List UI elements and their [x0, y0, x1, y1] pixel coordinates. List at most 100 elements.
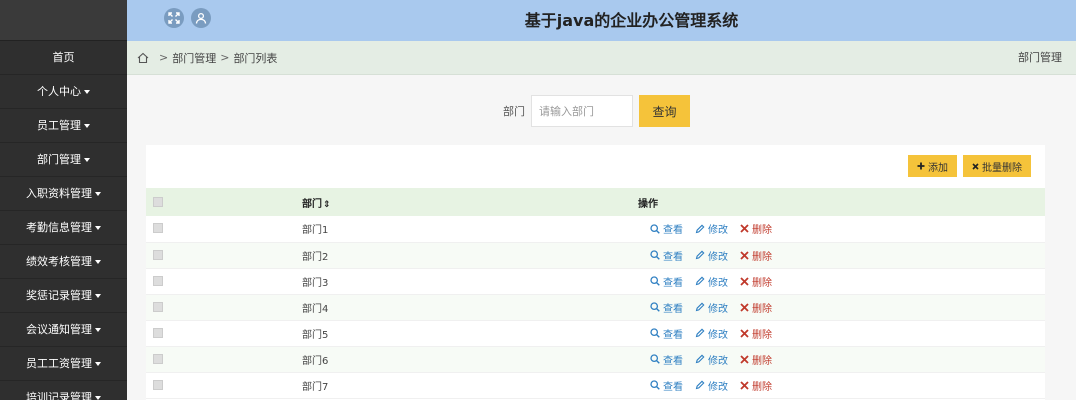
close-icon: [972, 162, 979, 170]
caret-down-icon: [84, 124, 90, 128]
delete-button[interactable]: 删除: [740, 378, 772, 393]
search-button[interactable]: 查询: [639, 95, 690, 127]
row-checkbox[interactable]: [153, 353, 163, 364]
delete-x-icon: [740, 328, 749, 338]
sidebar-item-label: 员工管理: [37, 119, 81, 132]
delete-button[interactable]: 删除: [740, 352, 772, 367]
sidebar-item-6[interactable]: 绩效考核管理: [0, 245, 127, 279]
edit-button[interactable]: 修改: [695, 274, 728, 289]
edit-button[interactable]: 修改: [695, 378, 728, 393]
caret-down-icon: [95, 328, 101, 332]
add-button[interactable]: 添加: [908, 155, 957, 177]
sidebar-item-4[interactable]: 入职资料管理: [0, 177, 127, 211]
fullscreen-button[interactable]: [164, 8, 184, 28]
department-name-cell: 部门2: [182, 242, 512, 269]
sidebar-item-9[interactable]: 员工工资管理: [0, 347, 127, 381]
sidebar-item-2[interactable]: 员工管理: [0, 109, 127, 143]
top-header: 基于java的企业办公管理系统: [127, 0, 1076, 41]
department-search-input[interactable]: [531, 95, 633, 127]
sidebar-item-7[interactable]: 奖惩记录管理: [0, 279, 127, 313]
row-checkbox[interactable]: [153, 223, 163, 234]
edit-label: 修改: [708, 303, 728, 315]
delete-button[interactable]: 删除: [740, 274, 772, 289]
delete-button[interactable]: 删除: [740, 300, 772, 315]
department-name-cell: 部门6: [182, 346, 512, 373]
caret-down-icon: [95, 226, 101, 230]
row-checkbox[interactable]: [153, 327, 163, 338]
caret-down-icon: [84, 90, 90, 94]
edit-button[interactable]: 修改: [695, 352, 728, 367]
view-button[interactable]: 查看: [650, 221, 683, 236]
view-button[interactable]: 查看: [650, 274, 683, 289]
search-icon: [650, 276, 660, 286]
table-row: 部门1 查看 修改 删除: [146, 216, 1045, 243]
pencil-icon: [695, 354, 705, 364]
edit-label: 修改: [708, 355, 728, 367]
add-button-label: 添加: [928, 162, 948, 174]
department-name-cell: 部门4: [182, 294, 512, 321]
home-icon[interactable]: [137, 52, 149, 64]
edit-button[interactable]: 修改: [695, 300, 728, 315]
user-profile-button[interactable]: [191, 8, 211, 28]
view-label: 查看: [663, 329, 683, 341]
main-content: 部门 查询 添加 批量删除 部门⇕ 操作: [127, 75, 1076, 400]
row-checkbox[interactable]: [153, 301, 163, 312]
pencil-icon: [695, 380, 705, 390]
search-icon: [650, 250, 660, 260]
column-header-department[interactable]: 部门⇕: [182, 188, 512, 216]
view-label: 查看: [663, 355, 683, 367]
view-button[interactable]: 查看: [650, 352, 683, 367]
view-button[interactable]: 查看: [650, 248, 683, 263]
caret-down-icon: [95, 362, 101, 366]
edit-button[interactable]: 修改: [695, 221, 728, 236]
delete-x-icon: [740, 302, 749, 312]
delete-button[interactable]: 删除: [740, 248, 772, 263]
row-checkbox[interactable]: [153, 275, 163, 286]
sidebar-item-label: 奖惩记录管理: [26, 289, 92, 302]
delete-label: 删除: [752, 225, 772, 237]
table-row: 部门2 查看 修改 删除: [146, 242, 1045, 269]
table-row: 部门5 查看 修改 删除: [146, 320, 1045, 347]
select-all-checkbox[interactable]: [153, 196, 163, 207]
delete-x-icon: [740, 354, 749, 364]
department-name-cell: 部门3: [182, 268, 512, 295]
sidebar-item-5[interactable]: 考勤信息管理: [0, 211, 127, 245]
sidebar-item-0[interactable]: 首页: [0, 41, 127, 75]
search-icon: [650, 380, 660, 390]
delete-label: 删除: [752, 329, 772, 341]
delete-x-icon: [740, 380, 749, 390]
department-name-cell: 部门5: [182, 320, 512, 347]
view-label: 查看: [663, 303, 683, 315]
sidebar-item-label: 个人中心: [37, 85, 81, 98]
operation-cell: 查看 修改 删除: [512, 216, 1045, 243]
batch-delete-button[interactable]: 批量删除: [963, 155, 1031, 177]
caret-down-icon: [95, 260, 101, 264]
view-button[interactable]: 查看: [650, 378, 683, 393]
sidebar-item-1[interactable]: 个人中心: [0, 75, 127, 109]
expand-icon: [168, 12, 180, 24]
sidebar-menu: 首页个人中心员工管理部门管理入职资料管理 考勤信息管理绩效考核管理奖惩记录管理会议…: [0, 41, 127, 400]
plus-icon: [917, 162, 925, 170]
delete-button[interactable]: 删除: [740, 326, 772, 341]
row-checkbox[interactable]: [153, 379, 163, 390]
search-icon: [650, 354, 660, 364]
delete-button[interactable]: 删除: [740, 221, 772, 236]
edit-button[interactable]: 修改: [695, 326, 728, 341]
pencil-icon: [695, 302, 705, 312]
sidebar-item-label: 入职资料管理: [26, 187, 92, 200]
sidebar-item-3[interactable]: 部门管理: [0, 143, 127, 177]
row-checkbox[interactable]: [153, 249, 163, 260]
view-button[interactable]: 查看: [650, 326, 683, 341]
user-icon: [195, 12, 207, 24]
view-button[interactable]: 查看: [650, 300, 683, 315]
edit-label: 修改: [708, 329, 728, 341]
search-icon: [650, 328, 660, 338]
sidebar-item-label: 考勤信息管理: [26, 221, 92, 234]
sidebar-item-8[interactable]: 会议通知管理: [0, 313, 127, 347]
breadcrumb-current-module: 部门管理: [1018, 51, 1062, 64]
edit-button[interactable]: 修改: [695, 248, 728, 263]
sidebar-item-10[interactable]: 培训记录管理: [0, 381, 127, 400]
sidebar-item-label: 员工工资管理: [26, 357, 92, 370]
department-table: 部门⇕ 操作 部门1 查看 修改 删除 部门2 查看 修改 删除 部门3 查看 修改 删除 部门4 查看修…: [146, 188, 1045, 399]
breadcrumb-item-department-management[interactable]: 部门管理: [172, 50, 216, 66]
